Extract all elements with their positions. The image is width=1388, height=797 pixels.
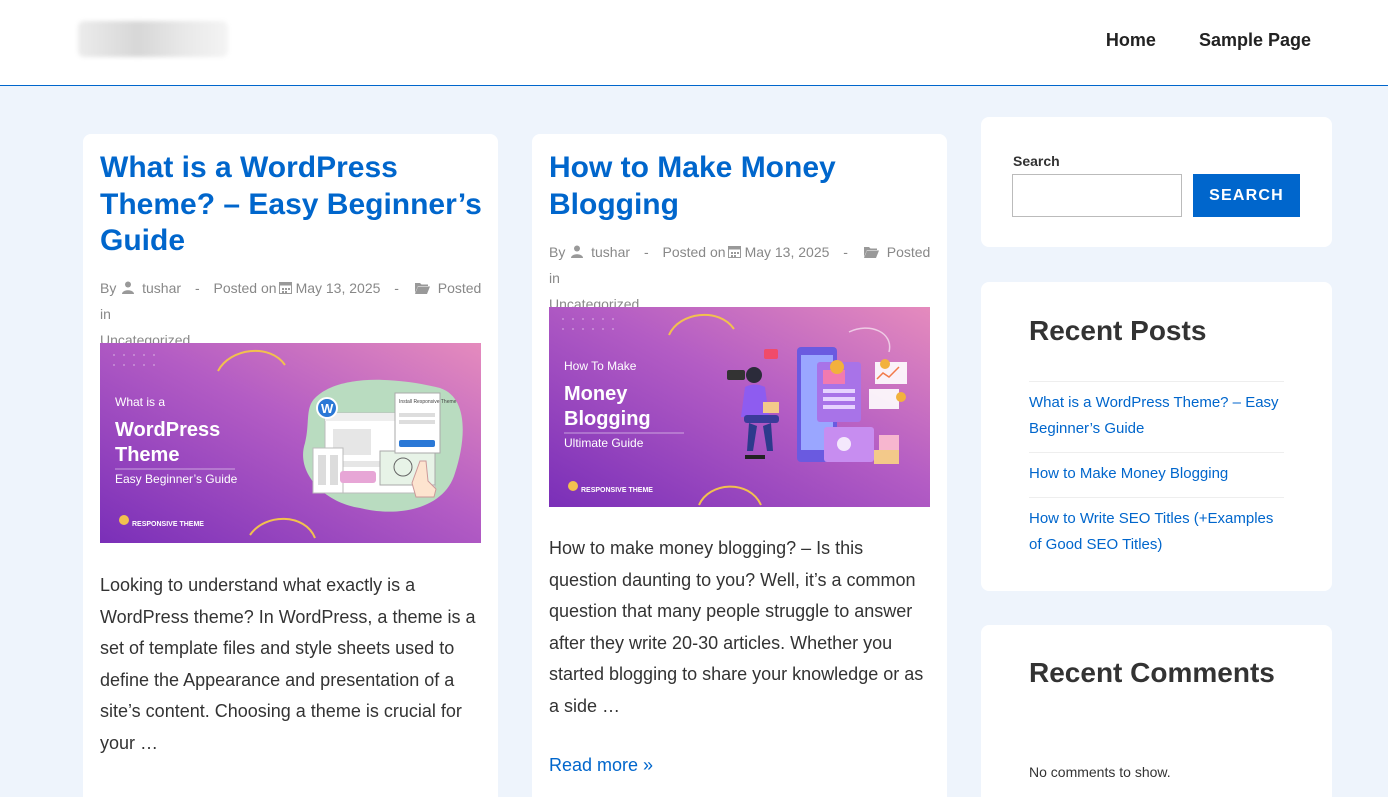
search-button[interactable]: SEARCH bbox=[1193, 174, 1300, 217]
recent-post-link[interactable]: How to Make Money Blogging bbox=[1029, 465, 1228, 482]
nav-sample-page[interactable]: Sample Page bbox=[1199, 30, 1311, 51]
list-item: How to Write SEO Titles (+Examples of Go… bbox=[1029, 497, 1284, 568]
thumb-popup-title: Install Responsive Theme bbox=[399, 399, 457, 405]
post-title-link[interactable]: What is a WordPress Theme? – Easy Beginn… bbox=[100, 150, 485, 260]
recent-comments-widget: Recent Comments No comments to show. bbox=[981, 625, 1332, 797]
recent-post-link[interactable]: How to Write SEO Titles (+Examples of Go… bbox=[1029, 510, 1273, 553]
thumbnail-illustration: How To Make Money Blogging Ultimate Guid… bbox=[549, 307, 930, 507]
thumb-line4: Ultimate Guide bbox=[564, 436, 644, 450]
meta-posted-on: Posted on bbox=[213, 280, 277, 296]
folder-icon bbox=[863, 247, 879, 258]
meta-by: By bbox=[100, 280, 117, 296]
post-thumbnail[interactable]: How To Make Money Blogging Ultimate Guid… bbox=[549, 307, 930, 507]
thumb-line2: WordPress bbox=[115, 419, 220, 441]
thumb-brand: RESPONSIVE THEME bbox=[132, 521, 204, 528]
search-widget: Search SEARCH bbox=[981, 117, 1332, 247]
folder-icon bbox=[414, 283, 430, 294]
thumb-line1: What is a bbox=[115, 395, 165, 409]
post-date[interactable]: May 13, 2025 bbox=[296, 280, 381, 296]
search-label: Search bbox=[1013, 153, 1060, 169]
no-comments-text: No comments to show. bbox=[1029, 764, 1171, 780]
thumb-line1: How To Make bbox=[564, 359, 637, 373]
post-date[interactable]: May 13, 2025 bbox=[745, 244, 830, 260]
user-icon bbox=[122, 281, 135, 294]
author-link[interactable]: tushar bbox=[591, 244, 630, 260]
post-title-link[interactable]: How to Make Money Blogging bbox=[549, 150, 919, 223]
widget-title: Recent Posts bbox=[1029, 315, 1207, 346]
post-thumbnail[interactable]: What is a WordPress Theme Easy Beginner’… bbox=[100, 343, 481, 543]
thumbnail-illustration: What is a WordPress Theme Easy Beginner’… bbox=[100, 343, 481, 543]
meta-separator: - bbox=[643, 244, 649, 260]
meta-separator: - bbox=[194, 280, 200, 296]
calendar-icon bbox=[727, 246, 741, 258]
user-icon bbox=[571, 245, 584, 258]
thumb-line4: Easy Beginner’s Guide bbox=[115, 472, 238, 486]
calendar-icon bbox=[278, 282, 292, 294]
meta-separator: - bbox=[394, 280, 399, 296]
recent-posts-widget: Recent Posts What is a WordPress Theme? … bbox=[981, 282, 1332, 591]
post-meta: By tushar - Posted on May 13, 2025 - Post… bbox=[100, 275, 485, 353]
meta-posted-on: Posted on bbox=[662, 244, 726, 260]
post-card: What is a WordPress Theme? – Easy Beginn… bbox=[83, 134, 498, 797]
list-item: How to Make Money Blogging bbox=[1029, 452, 1284, 497]
svg-text:W: W bbox=[321, 401, 334, 416]
search-input[interactable] bbox=[1012, 174, 1182, 217]
thumb-line2: Money bbox=[564, 383, 628, 405]
meta-by: By bbox=[549, 244, 566, 260]
main-nav: Home Sample Page bbox=[1106, 30, 1311, 51]
meta-separator: - bbox=[843, 244, 848, 260]
widget-title: Recent Comments bbox=[1029, 657, 1275, 688]
post-card: How to Make Money Blogging By tushar - P… bbox=[532, 134, 947, 797]
recent-posts-list: What is a WordPress Theme? – Easy Beginn… bbox=[1029, 381, 1284, 568]
post-excerpt: Looking to understand what exactly is a … bbox=[100, 575, 476, 753]
thumb-line3: Theme bbox=[115, 444, 179, 466]
thumb-brand: RESPONSIVE THEME bbox=[581, 487, 653, 494]
post-excerpt: How to make money blogging? – Is this qu… bbox=[549, 538, 924, 716]
thumb-line3: Blogging bbox=[564, 408, 651, 430]
list-item: What is a WordPress Theme? – Easy Beginn… bbox=[1029, 381, 1284, 452]
nav-home[interactable]: Home bbox=[1106, 30, 1156, 51]
site-logo[interactable] bbox=[78, 21, 228, 57]
author-link[interactable]: tushar bbox=[142, 280, 181, 296]
recent-post-link[interactable]: What is a WordPress Theme? – Easy Beginn… bbox=[1029, 394, 1279, 437]
read-more-link[interactable]: Read more » bbox=[549, 755, 653, 776]
site-header: Home Sample Page bbox=[0, 0, 1388, 86]
post-meta: By tushar - Posted on May 13, 2025 - Post… bbox=[549, 239, 934, 317]
